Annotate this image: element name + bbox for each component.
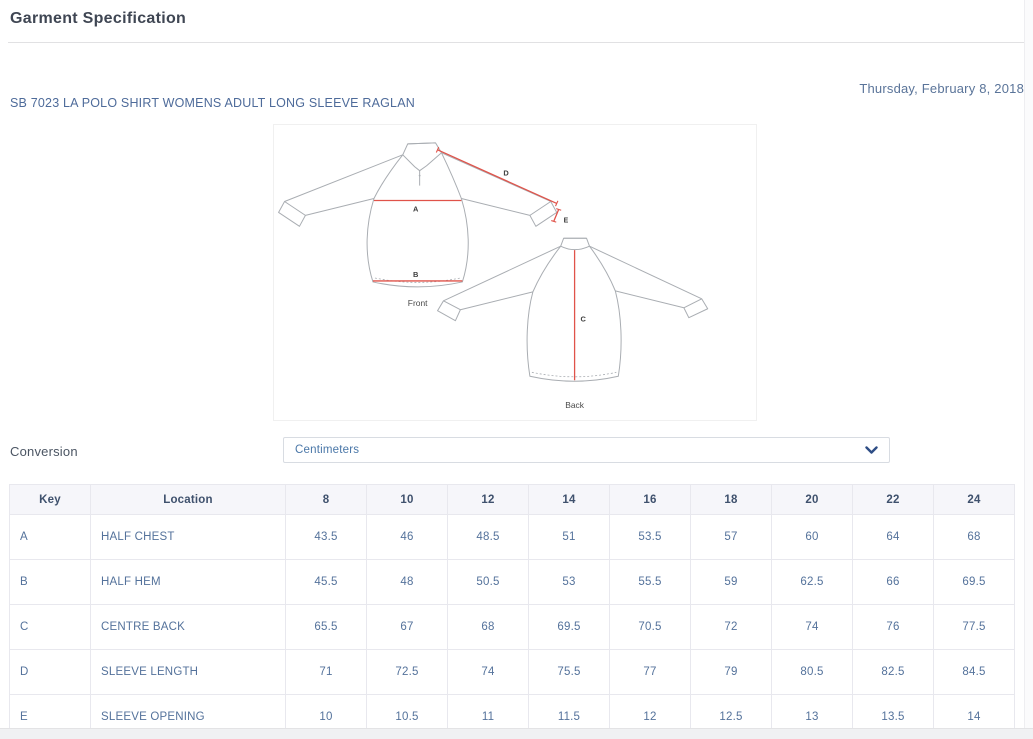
value-cell: 75.5 <box>529 650 610 695</box>
value-cell: 69.5 <box>529 605 610 650</box>
value-cell: 68 <box>448 605 529 650</box>
chevron-down-icon <box>865 446 878 455</box>
table-row: CCENTRE BACK65.5676869.570.572747677.5 <box>10 605 1015 650</box>
location-cell: HALF HEM <box>91 560 286 605</box>
marker-b: B <box>413 270 419 279</box>
garment-diagram: A B D E Front C Back <box>273 124 757 421</box>
value-cell: 64 <box>853 515 934 560</box>
marker-d: D <box>503 169 509 178</box>
table-row: BHALF HEM45.54850.55355.55962.56669.5 <box>10 560 1015 605</box>
value-cell: 84.5 <box>934 650 1015 695</box>
column-header: 8 <box>286 485 367 515</box>
location-cell: SLEEVE LENGTH <box>91 650 286 695</box>
garment-diagram-svg: A B D E Front C Back <box>274 125 756 420</box>
value-cell: 71 <box>286 650 367 695</box>
front-view <box>279 143 557 287</box>
value-cell: 68 <box>934 515 1015 560</box>
value-cell: 82.5 <box>853 650 934 695</box>
spec-table: KeyLocation81012141618202224 AHALF CHEST… <box>9 484 1015 739</box>
column-header: Key <box>10 485 91 515</box>
value-cell: 50.5 <box>448 560 529 605</box>
location-cell: HALF CHEST <box>91 515 286 560</box>
key-cell: A <box>10 515 91 560</box>
marker-a: A <box>413 204 419 213</box>
value-cell: 53.5 <box>610 515 691 560</box>
spec-table-body: AHALF CHEST43.54648.55153.557606468BHALF… <box>10 515 1015 739</box>
value-cell: 76 <box>853 605 934 650</box>
marker-c: C <box>581 315 587 324</box>
value-cell: 65.5 <box>286 605 367 650</box>
value-cell: 74 <box>772 605 853 650</box>
page-title: Garment Specification <box>10 10 186 28</box>
conversion-label: Conversion <box>10 444 78 459</box>
header-divider <box>8 42 1024 43</box>
column-header: 16 <box>610 485 691 515</box>
garment-specification-page: Garment Specification Thursday, February… <box>0 0 1033 739</box>
value-cell: 74 <box>448 650 529 695</box>
column-header: 20 <box>772 485 853 515</box>
value-cell: 53 <box>529 560 610 605</box>
value-cell: 57 <box>691 515 772 560</box>
value-cell: 62.5 <box>772 560 853 605</box>
value-cell: 70.5 <box>610 605 691 650</box>
spec-table-header-row: KeyLocation81012141618202224 <box>10 485 1015 515</box>
value-cell: 72.5 <box>367 650 448 695</box>
front-label: Front <box>408 298 428 308</box>
key-cell: C <box>10 605 91 650</box>
value-cell: 55.5 <box>610 560 691 605</box>
column-header: 24 <box>934 485 1015 515</box>
value-cell: 51 <box>529 515 610 560</box>
value-cell: 72 <box>691 605 772 650</box>
value-cell: 80.5 <box>772 650 853 695</box>
date-label: Thursday, February 8, 2018 <box>859 81 1024 96</box>
value-cell: 48 <box>367 560 448 605</box>
column-header: 18 <box>691 485 772 515</box>
horizontal-scrollbar[interactable] <box>0 728 1033 739</box>
column-header: 10 <box>367 485 448 515</box>
value-cell: 59 <box>691 560 772 605</box>
location-cell: CENTRE BACK <box>91 605 286 650</box>
value-cell: 60 <box>772 515 853 560</box>
table-row: DSLEEVE LENGTH7172.57475.5777980.582.584… <box>10 650 1015 695</box>
value-cell: 46 <box>367 515 448 560</box>
vertical-scrollbar[interactable] <box>1024 0 1033 728</box>
column-header: 12 <box>448 485 529 515</box>
value-cell: 45.5 <box>286 560 367 605</box>
marker-e: E <box>564 217 569 224</box>
value-cell: 77.5 <box>934 605 1015 650</box>
value-cell: 48.5 <box>448 515 529 560</box>
product-title: SB 7023 LA POLO SHIRT WOMENS ADULT LONG … <box>10 96 415 110</box>
back-label: Back <box>565 400 585 410</box>
value-cell: 66 <box>853 560 934 605</box>
column-header: 22 <box>853 485 934 515</box>
value-cell: 69.5 <box>934 560 1015 605</box>
conversion-unit-select[interactable]: Centimeters <box>283 437 890 463</box>
table-row: AHALF CHEST43.54648.55153.557606468 <box>10 515 1015 560</box>
back-view <box>438 238 708 381</box>
value-cell: 79 <box>691 650 772 695</box>
key-cell: B <box>10 560 91 605</box>
selected-unit-label: Centimeters <box>295 444 359 456</box>
value-cell: 67 <box>367 605 448 650</box>
value-cell: 77 <box>610 650 691 695</box>
value-cell: 43.5 <box>286 515 367 560</box>
column-header: 14 <box>529 485 610 515</box>
key-cell: D <box>10 650 91 695</box>
column-header: Location <box>91 485 286 515</box>
